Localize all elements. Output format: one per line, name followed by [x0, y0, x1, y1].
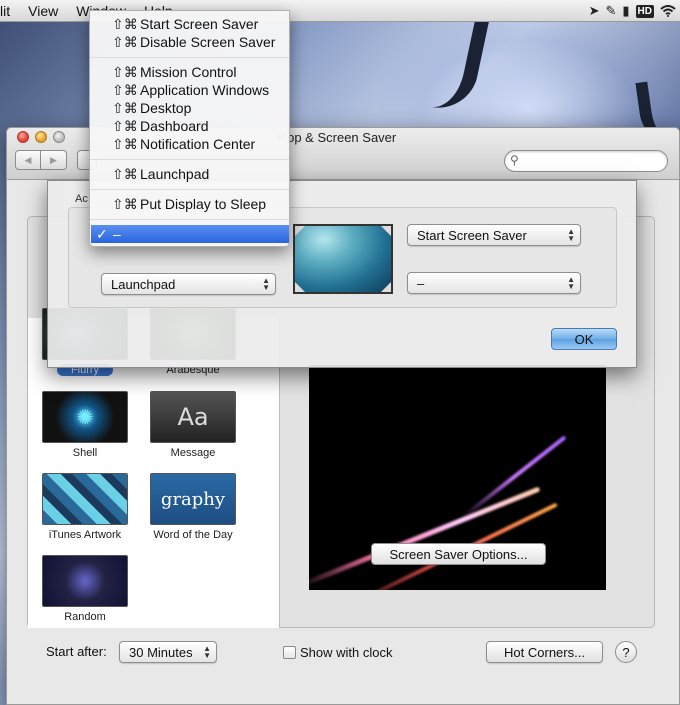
saver-shell[interactable]: ✺ Shell	[30, 391, 140, 459]
saver-label: Shell	[72, 447, 98, 459]
menu-item-label: Desktop	[140, 100, 192, 116]
menu-item-notification-center[interactable]: ⇧⌘ Notification Center	[90, 135, 289, 153]
popup-arrows-icon: ▲ ▼	[262, 276, 270, 292]
checkbox-box[interactable]	[283, 646, 296, 659]
bottom-right-corner-popup[interactable]: – ▲ ▼	[407, 272, 581, 294]
menu-item-application-windows[interactable]: ⇧⌘ Application Windows	[90, 81, 289, 99]
top-left-corner-menu: ⇧⌘ Start Screen Saver ⇧⌘ Disable Screen …	[89, 10, 290, 247]
saver-itunes-artwork[interactable]: iTunes Artwork	[30, 473, 140, 541]
shortcut-label: ⇧⌘	[112, 135, 138, 152]
menu-item-label: Mission Control	[140, 64, 237, 80]
show-with-clock-checkbox[interactable]: Show with clock	[283, 645, 392, 660]
menu-item-launchpad[interactable]: ⇧⌘ Launchpad	[90, 165, 289, 183]
lock-icon[interactable]: ▮	[622, 3, 629, 19]
screen-preview-thumbnail	[293, 224, 393, 294]
hot-corners-button[interactable]: Hot Corners...	[486, 641, 603, 663]
menu-separator	[90, 219, 289, 220]
menu-item-label: –	[113, 226, 121, 242]
status-area: ➤ ✎ ▮ HD	[589, 0, 680, 22]
forward-button[interactable]: ▶	[41, 150, 67, 170]
active-corners-label: Ac	[75, 193, 88, 205]
shortcut-label: ⇧⌘	[112, 33, 138, 50]
shortcut-label: ⇧⌘	[112, 63, 138, 80]
back-button[interactable]: ◀	[15, 150, 41, 170]
screen-saver-options-button[interactable]: Screen Saver Options...	[371, 543, 546, 565]
start-after-popup[interactable]: 30 Minutes ▲ ▼	[119, 641, 217, 663]
menu-item-label: Notification Center	[140, 136, 256, 152]
checkmark-icon: ✓	[96, 225, 108, 242]
menu-item-label: Launchpad	[140, 166, 210, 182]
saver-thumbnail	[42, 473, 128, 525]
shortcut-label: ⇧⌘	[112, 15, 138, 32]
menu-separator	[90, 189, 289, 190]
saver-random[interactable]: Random	[30, 555, 140, 623]
shortcut-label: ⇧⌘	[112, 117, 138, 134]
corner-marker	[295, 226, 305, 236]
corner-marker	[295, 282, 305, 292]
saver-word-of-the-day[interactable]: graphy Word of the Day	[138, 473, 248, 541]
show-with-clock-label: Show with clock	[300, 645, 393, 660]
popup-arrows-icon: ▲ ▼	[567, 227, 575, 243]
ok-button[interactable]: OK	[551, 328, 617, 350]
corner-marker	[381, 226, 391, 236]
menu-item-label: Start Screen Saver	[140, 16, 259, 32]
saver-label: iTunes Artwork	[48, 529, 122, 541]
bottom-right-value: –	[417, 275, 425, 291]
popup-arrows-icon: ▲ ▼	[567, 275, 575, 291]
menu-separator	[90, 57, 289, 58]
search-field[interactable]: ⚲	[504, 150, 668, 172]
close-button[interactable]	[17, 131, 29, 143]
menu-item-label: Dashboard	[140, 118, 209, 134]
menu-item-label: Put Display to Sleep	[140, 196, 267, 212]
saver-label: Random	[64, 611, 106, 623]
shortcut-label: ⇧⌘	[112, 165, 138, 182]
saver-thumbnail: Aa	[150, 391, 236, 443]
saver-thumbnail	[42, 555, 128, 607]
minimize-button[interactable]	[35, 131, 47, 143]
window-title: ktop & Screen Saver	[277, 130, 397, 145]
menu-item-dashboard[interactable]: ⇧⌘ Dashboard	[90, 117, 289, 135]
forward-icon[interactable]: ➤	[589, 3, 600, 19]
menu-item-desktop[interactable]: ⇧⌘ Desktop	[90, 99, 289, 117]
nav-buttons: ◀ ▶	[15, 150, 67, 170]
wifi-icon[interactable]	[660, 5, 676, 17]
start-after-label: Start after:	[46, 644, 107, 659]
hd-badge[interactable]: HD	[635, 4, 654, 18]
shortcut-label: ⇧⌘	[112, 195, 138, 212]
bottom-left-corner-popup[interactable]: Launchpad ▲ ▼	[101, 273, 276, 295]
saver-thumbnail: ✺	[42, 391, 128, 443]
menu-edit[interactable]: lit	[0, 3, 19, 19]
shortcut-label: ⇧⌘	[112, 81, 138, 98]
shell-icon: ✺	[76, 406, 94, 429]
shortcut-label: ⇧⌘	[112, 99, 138, 116]
menu-item-disable-screen-saver[interactable]: ⇧⌘ Disable Screen Saver	[90, 33, 289, 51]
menu-separator	[90, 159, 289, 160]
saver-message[interactable]: Aa Message	[138, 391, 248, 459]
bottom-left-value: Launchpad	[111, 276, 176, 292]
saver-label: Word of the Day	[153, 529, 233, 541]
menu-view[interactable]: View	[19, 3, 67, 19]
search-icon: ⚲	[510, 153, 519, 167]
top-right-corner-popup[interactable]: Start Screen Saver ▲ ▼	[407, 224, 581, 246]
evernote-icon[interactable]: ✎	[605, 3, 616, 19]
help-button[interactable]: ?	[615, 641, 637, 663]
menu-item-none-selected[interactable]: ✓ –	[91, 225, 289, 243]
zoom-button[interactable]	[53, 131, 65, 143]
top-right-value: Start Screen Saver	[417, 227, 527, 243]
menu-item-label: Disable Screen Saver	[140, 34, 276, 50]
menu-item-put-display-to-sleep[interactable]: ⇧⌘ Put Display to Sleep	[90, 195, 289, 213]
popup-arrows-icon: ▲ ▼	[203, 644, 211, 660]
menu-item-start-screen-saver[interactable]: ⇧⌘ Start Screen Saver	[90, 15, 289, 33]
window-controls	[17, 131, 65, 143]
menu-item-label: Application Windows	[140, 82, 270, 98]
start-after-value: 30 Minutes	[129, 644, 193, 660]
saver-thumbnail: graphy	[150, 473, 236, 525]
menu-item-mission-control[interactable]: ⇧⌘ Mission Control	[90, 63, 289, 81]
saver-label: Message	[170, 447, 216, 459]
flurry-streak	[309, 486, 541, 589]
corner-marker	[381, 282, 391, 292]
